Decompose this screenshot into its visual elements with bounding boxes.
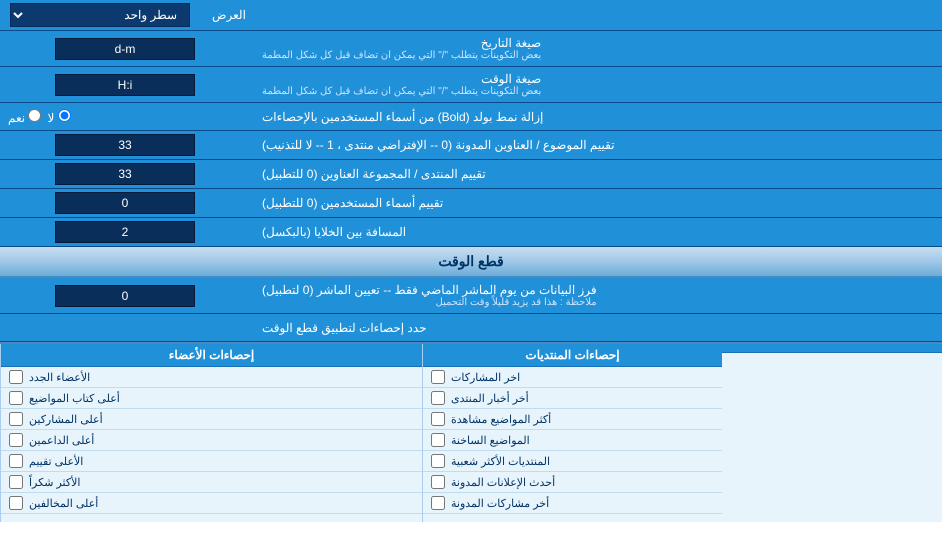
cell-spacing-input-cell (0, 218, 250, 246)
stats-posts-cb-5[interactable] (431, 475, 445, 489)
stats-members-area: إحصاءات الأعضاء الأعضاء الجدد أعلى كتاب … (0, 344, 422, 522)
list-item: المواضيع الساخنة (423, 430, 722, 451)
stats-members-cb-4[interactable] (9, 454, 23, 468)
list-item: أخر أخبار المنتدى (423, 388, 722, 409)
bold-yes-radio[interactable] (28, 109, 41, 122)
cutoff-data-row: فرز البيانات من يوم الماشر الماضي فقط --… (0, 278, 942, 314)
list-item: الأعضاء الجدد (1, 367, 422, 388)
stats-members-cb-6[interactable] (9, 496, 23, 510)
stats-members-header: إحصاءات الأعضاء (1, 344, 422, 367)
date-format-input[interactable] (55, 38, 195, 60)
limit-stats-row: حدد إحصاءات لتطبيق قطع الوقت (0, 314, 942, 342)
bold-remove-label: إزالة نمط بولد (Bold) من أسماء المستخدمي… (250, 103, 942, 130)
sort-topics-label: تقييم الموضوع / العناوين المدونة (0 -- ا… (250, 131, 942, 159)
list-item: أكثر المواضيع مشاهدة (423, 409, 722, 430)
stats-right-area (722, 344, 942, 522)
stats-posts-cb-3[interactable] (431, 433, 445, 447)
stats-posts-cb-6[interactable] (431, 496, 445, 510)
sort-forums-input-cell (0, 160, 250, 188)
cutoff-section-title: قطع الوقت (0, 247, 942, 278)
cutoff-data-input[interactable] (55, 285, 195, 307)
list-item: أعلى كتاب المواضيع (1, 388, 422, 409)
time-format-label: صيغة الوقت بعض التكوينات يتطلب "/" التي … (250, 67, 942, 102)
cell-spacing-label: المسافة بين الخلايا (بالبكسل) (250, 218, 942, 246)
bold-yes-label: نعم (8, 109, 41, 125)
list-item: أعلى الداعمين (1, 430, 422, 451)
date-format-row: صيغة التاريخ بعض التكوينات يتطلب "/" الت… (0, 31, 942, 67)
bold-no-radio[interactable] (58, 109, 71, 122)
stats-section: إحصاءات المنتديات اخر المشاركات أخر أخبا… (0, 342, 942, 522)
stats-posts-cb-4[interactable] (431, 454, 445, 468)
sort-users-input-cell (0, 189, 250, 217)
bold-remove-row: إزالة نمط بولد (Bold) من أسماء المستخدمي… (0, 103, 942, 131)
time-format-input[interactable] (55, 74, 195, 96)
list-item: اخر المشاركات (423, 367, 722, 388)
sort-forums-row: تقييم المنتدى / المجموعة العناوين (0 للت… (0, 160, 942, 189)
list-item: أخر مشاركات المدونة (423, 493, 722, 514)
stats-posts-cb-2[interactable] (431, 412, 445, 426)
list-item: الأعلى تقييم (1, 451, 422, 472)
sort-users-label: تقييم أسماء المستخدمين (0 للتطبيل) (250, 189, 942, 217)
stats-forums-header: إحصاءات المنتديات (423, 344, 722, 367)
display-select-cell: سطر واحد سطرين ثلاثة أسطر (0, 0, 200, 30)
sort-topics-input-cell (0, 131, 250, 159)
cutoff-data-label: فرز البيانات من يوم الماشر الماضي فقط --… (250, 278, 942, 313)
cell-spacing-input[interactable] (55, 221, 195, 243)
display-row: العرض سطر واحد سطرين ثلاثة أسطر (0, 0, 942, 31)
list-item: الأكثر شكراً (1, 472, 422, 493)
sort-users-input[interactable] (55, 192, 195, 214)
time-format-input-cell (0, 67, 250, 102)
list-item: أعلى المخالفين (1, 493, 422, 514)
sort-topics-input[interactable] (55, 134, 195, 156)
display-label: العرض (200, 0, 942, 30)
list-item: أحدث الإعلانات المدونة (423, 472, 722, 493)
display-select[interactable]: سطر واحد سطرين ثلاثة أسطر (10, 3, 190, 27)
list-item: المنتديات الأكثر شعبية (423, 451, 722, 472)
sort-topics-row: تقييم الموضوع / العناوين المدونة (0 -- ا… (0, 131, 942, 160)
stats-right-header (722, 344, 942, 353)
stats-members-cb-3[interactable] (9, 433, 23, 447)
sort-forums-label: تقييم المنتدى / المجموعة العناوين (0 للت… (250, 160, 942, 188)
sort-users-row: تقييم أسماء المستخدمين (0 للتطبيل) (0, 189, 942, 218)
stats-members-cb-2[interactable] (9, 412, 23, 426)
date-format-label: صيغة التاريخ بعض التكوينات يتطلب "/" الت… (250, 31, 942, 66)
limit-stats-empty (0, 314, 250, 341)
time-format-row: صيغة الوقت بعض التكوينات يتطلب "/" التي … (0, 67, 942, 103)
date-format-input-cell (0, 31, 250, 66)
cell-spacing-row: المسافة بين الخلايا (بالبكسل) (0, 218, 942, 247)
stats-posts-cb-0[interactable] (431, 370, 445, 384)
stats-members-cb-1[interactable] (9, 391, 23, 405)
sort-forums-input[interactable] (55, 163, 195, 185)
bold-no-label: لا (47, 109, 70, 125)
bold-remove-radio-cell: لا نعم (0, 103, 250, 130)
stats-forums-area: إحصاءات المنتديات اخر المشاركات أخر أخبا… (422, 344, 722, 522)
stats-members-cb-5[interactable] (9, 475, 23, 489)
cutoff-data-input-cell (0, 278, 250, 313)
stats-members-cb-0[interactable] (9, 370, 23, 384)
list-item: أعلى المشاركين (1, 409, 422, 430)
limit-stats-label: حدد إحصاءات لتطبيق قطع الوقت (250, 314, 942, 341)
stats-posts-cb-1[interactable] (431, 391, 445, 405)
